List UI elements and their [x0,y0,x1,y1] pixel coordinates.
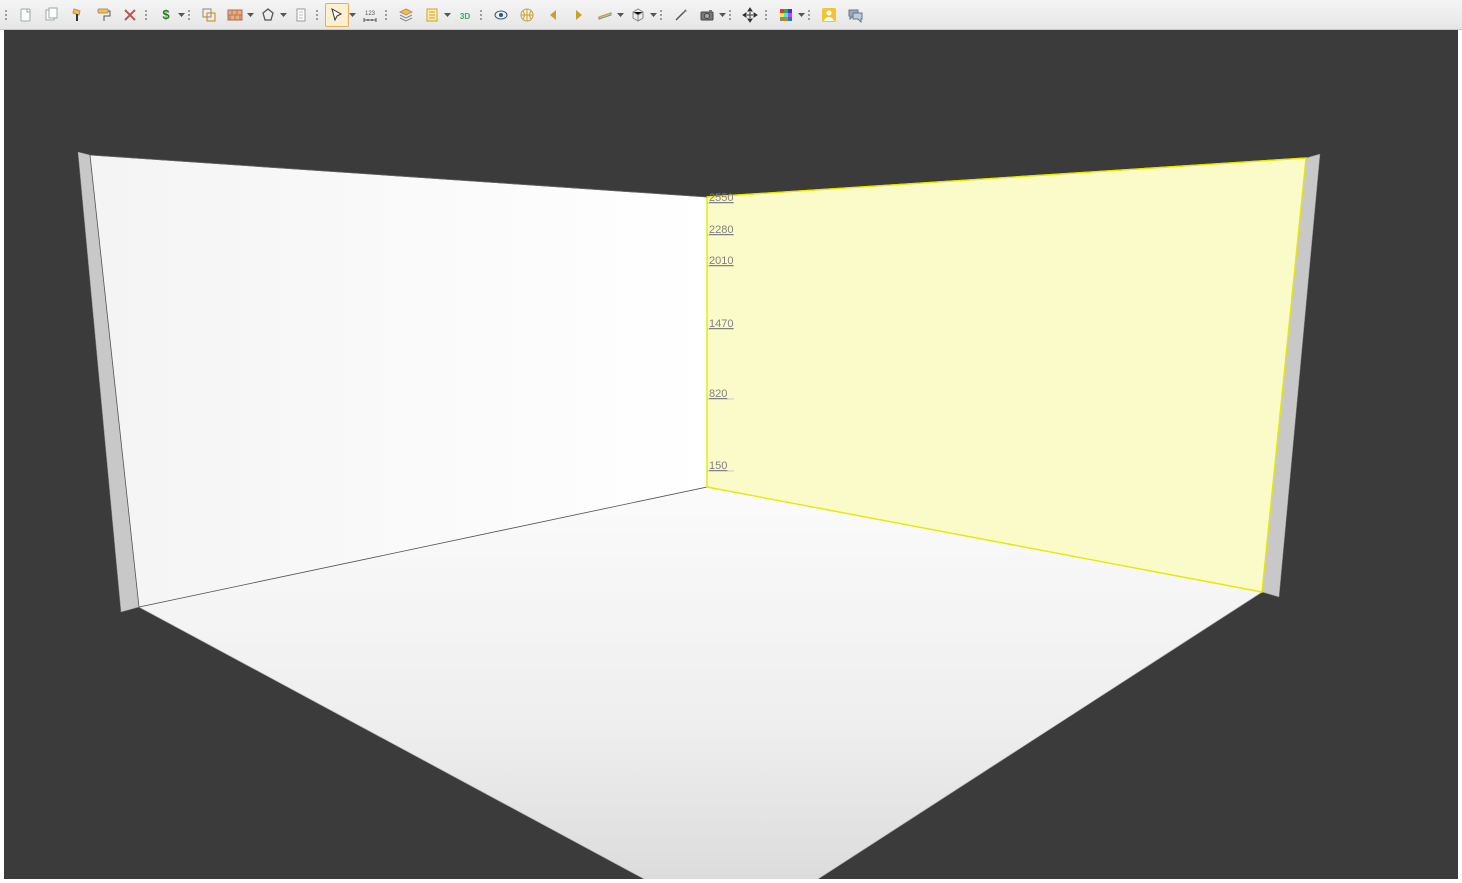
arrow-right-icon[interactable] [567,3,591,27]
currency-icon[interactable]: $ [154,3,178,27]
dimension-label: 2550 [709,192,733,204]
toolbar-grip[interactable] [316,5,322,25]
plane-dropdown[interactable] [616,13,625,17]
toolbar-grip[interactable] [385,5,391,25]
color-grid-icon[interactable] [774,3,798,27]
box-wire-icon[interactable] [626,3,650,27]
eye-icon[interactable] [489,3,513,27]
svg-text:$: $ [162,7,170,22]
3d-icon[interactable]: 3D [453,3,477,27]
dimension-label: 820 [709,388,727,400]
toolbar-grip[interactable] [660,5,666,25]
wand-icon[interactable] [669,3,693,27]
paint-format-icon[interactable] [66,3,90,27]
toolbar-grip[interactable] [145,5,151,25]
svg-text:3D: 3D [460,12,470,21]
cursor-icon[interactable] [325,3,349,27]
polygon-icon[interactable] [256,3,280,27]
camera-icon[interactable] [695,3,719,27]
dimension-label: 150 [709,460,727,472]
toolbar-grip[interactable] [188,5,194,25]
sheet-icon[interactable] [420,3,444,27]
measure-icon[interactable]: 123 [358,3,382,27]
toolbar-grip[interactable] [729,5,735,25]
copy-page-icon[interactable] [40,3,64,27]
document-icon[interactable] [289,3,313,27]
currency-dropdown[interactable] [177,13,186,17]
delete-x-icon[interactable] [118,3,142,27]
cursor-dropdown[interactable] [348,13,357,17]
brick-wall-dropdown[interactable] [246,13,255,17]
move-icon[interactable] [738,3,762,27]
main-toolbar: $123 3D [0,0,1462,30]
arrow-left-icon[interactable] [541,3,565,27]
toolbar-grip[interactable] [765,5,771,25]
brick-wall-icon[interactable] [223,3,247,27]
color-grid-dropdown[interactable] [797,13,806,17]
toolbar-grip[interactable] [5,5,11,25]
svg-text:123: 123 [365,11,376,17]
toolbar-grip[interactable] [808,5,814,25]
scene-svg: 2550 2280 2010 1470 820 150 [4,30,1458,879]
plane-icon[interactable] [593,3,617,27]
layers-icon[interactable] [394,3,418,27]
polygon-dropdown[interactable] [279,13,288,17]
new-plan-icon[interactable] [14,3,38,27]
3d-viewport[interactable]: 2550 2280 2010 1470 820 150 [0,30,1462,883]
paint-roller-icon[interactable] [92,3,116,27]
toolbar-grip[interactable] [480,5,486,25]
dimension-label: 2280 [709,224,733,236]
dimension-label: 1470 [709,318,733,330]
sheet-dropdown[interactable] [443,13,452,17]
dimension-label: 2010 [709,255,733,267]
chat-icon[interactable] [843,3,867,27]
user-icon[interactable] [817,3,841,27]
box-wire-dropdown[interactable] [649,13,658,17]
camera-dropdown[interactable] [718,13,727,17]
globe-icon[interactable] [515,3,539,27]
copy-outline-icon[interactable] [197,3,221,27]
